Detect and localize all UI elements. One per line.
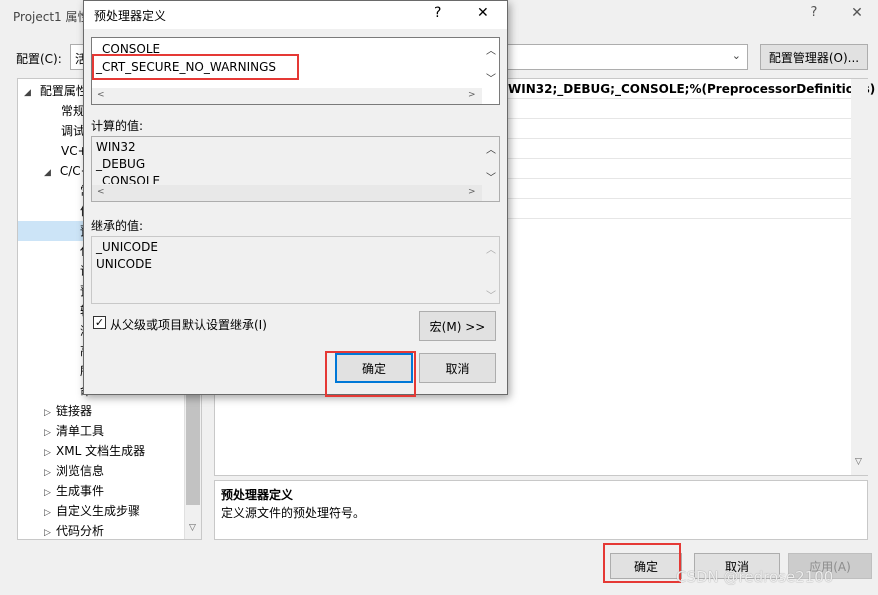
scroll-left-icon[interactable]: < bbox=[97, 187, 105, 197]
dialog-cancel-button[interactable]: 取消 bbox=[419, 353, 496, 383]
highlight-annotation bbox=[325, 351, 416, 397]
grid-scrollbar[interactable]: ▽ bbox=[851, 79, 868, 475]
scroll-up-icon[interactable]: ︿ bbox=[486, 141, 496, 156]
computed-line: _CONSOLE bbox=[96, 174, 161, 184]
scroll-down-icon[interactable]: ▽ bbox=[855, 457, 862, 467]
dialog-title: 预处理器定义 bbox=[94, 9, 167, 23]
highlight-annotation bbox=[603, 543, 681, 583]
tree-item-browse-info[interactable]: ▷ 浏览信息 bbox=[44, 461, 104, 481]
computed-line: _DEBUG bbox=[96, 157, 146, 171]
tree-item-general[interactable]: 常规 bbox=[61, 101, 85, 121]
collapsed-arrow-icon: ▷ bbox=[44, 508, 51, 518]
collapsed-arrow-icon: ▷ bbox=[44, 428, 51, 438]
description-panel: 预处理器定义 定义源文件的预处理符号。 bbox=[214, 480, 868, 540]
expanded-arrow-icon: ◢ bbox=[44, 168, 51, 178]
scroll-up-icon[interactable]: ︿ bbox=[486, 42, 496, 57]
inherit-checkbox[interactable]: ✓ bbox=[93, 316, 106, 329]
inherited-vscrollbar[interactable]: ︿ ﹀ bbox=[482, 237, 499, 303]
close-icon[interactable]: ✕ bbox=[477, 5, 489, 21]
computed-values-box: WIN32 _DEBUG _CONSOLE ︿ ﹀ < > bbox=[91, 136, 500, 202]
inherited-line: _UNICODE bbox=[96, 240, 158, 254]
description-title: 预处理器定义 bbox=[221, 488, 294, 502]
dialog-titlebar: 预处理器定义 ? ✕ bbox=[84, 1, 507, 29]
tree-item-debug[interactable]: 调试 bbox=[61, 121, 85, 141]
collapsed-arrow-icon: ▷ bbox=[44, 468, 51, 478]
inherited-label: 继承的值: bbox=[91, 219, 144, 233]
scroll-down-icon[interactable]: ﹀ bbox=[486, 70, 496, 85]
scroll-down-icon[interactable]: ▽ bbox=[189, 523, 196, 533]
scroll-down-icon[interactable]: ﹀ bbox=[486, 169, 496, 184]
edit-vscrollbar[interactable]: ︿ ﹀ bbox=[482, 38, 499, 88]
description-text: 定义源文件的预处理符号。 bbox=[221, 506, 366, 520]
preprocessor-dialog: 预处理器定义 ? ✕ _CONSOLE _CRT_SECURE_NO_WARNI… bbox=[83, 0, 508, 397]
checkmark-icon: ✓ bbox=[94, 316, 105, 329]
computed-vscrollbar[interactable]: ︿ ﹀ bbox=[482, 137, 499, 185]
tree-item-manifest[interactable]: ▷ 清单工具 bbox=[44, 421, 104, 441]
help-icon[interactable]: ? bbox=[806, 5, 822, 23]
macro-button[interactable]: 宏(M) >> bbox=[419, 311, 496, 341]
tree-item-linker[interactable]: ▷ 链接器 bbox=[44, 401, 92, 421]
tree-item-xml-doc[interactable]: ▷ XML 文档生成器 bbox=[44, 441, 145, 461]
scroll-left-icon[interactable]: < bbox=[97, 90, 105, 100]
collapsed-arrow-icon: ▷ bbox=[44, 448, 51, 458]
expanded-arrow-icon: ◢ bbox=[24, 88, 31, 98]
computed-label: 计算的值: bbox=[91, 119, 144, 133]
tree-root[interactable]: ◢ 配置属性 bbox=[24, 81, 88, 101]
scroll-up-icon[interactable]: ︿ bbox=[486, 241, 496, 256]
config-manager-button[interactable]: 配置管理器(O)... bbox=[760, 44, 868, 70]
close-icon[interactable]: ✕ bbox=[848, 5, 866, 23]
tree-item-code-analysis[interactable]: ▷ 代码分析 bbox=[44, 521, 104, 541]
tree-item-custom-build[interactable]: ▷ 自定义生成步骤 bbox=[44, 501, 140, 521]
scroll-right-icon[interactable]: > bbox=[468, 187, 476, 197]
computed-hscrollbar[interactable]: < > bbox=[92, 185, 482, 201]
highlight-annotation bbox=[92, 54, 299, 80]
collapsed-arrow-icon: ▷ bbox=[44, 488, 51, 498]
platform-combobox[interactable]: ⌄ bbox=[500, 44, 748, 70]
watermark: CSDN @redrose2100 bbox=[676, 568, 834, 586]
scroll-right-icon[interactable]: > bbox=[468, 90, 476, 100]
config-label: 配置(C): bbox=[16, 52, 62, 66]
inherit-checkbox-label[interactable]: 从父级或项目默认设置继承(I) bbox=[110, 316, 267, 333]
collapsed-arrow-icon: ▷ bbox=[44, 408, 51, 418]
scroll-down-icon[interactable]: ﹀ bbox=[486, 287, 496, 302]
help-icon[interactable]: ? bbox=[434, 5, 441, 21]
inherited-values-box: _UNICODE UNICODE ︿ ﹀ bbox=[91, 236, 500, 304]
computed-line: WIN32 bbox=[96, 140, 136, 154]
tree-item-build-events[interactable]: ▷ 生成事件 bbox=[44, 481, 104, 501]
window-title: Project1 属性 bbox=[13, 10, 90, 24]
collapsed-arrow-icon: ▷ bbox=[44, 528, 51, 538]
chevron-down-icon: ⌄ bbox=[731, 49, 741, 62]
property-value: WIN32;_DEBUG;_CONSOLE;%(PreprocessorDefi… bbox=[508, 82, 876, 96]
edit-hscrollbar[interactable]: < > bbox=[92, 88, 482, 104]
inherited-line: UNICODE bbox=[96, 257, 152, 271]
